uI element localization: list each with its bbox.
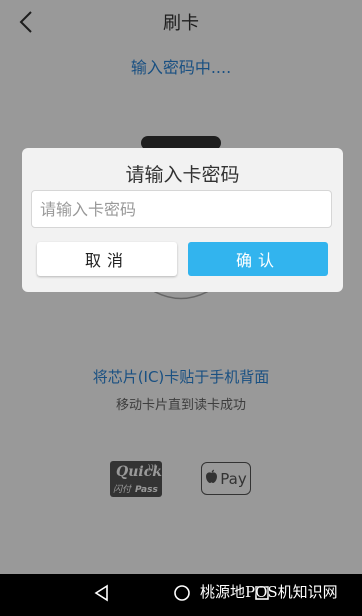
nav-back-button[interactable]	[90, 583, 114, 607]
dialog-title: 请输入卡密码	[125, 164, 240, 186]
confirm-button[interactable]: 确认	[188, 242, 328, 276]
card-password-input[interactable]	[31, 190, 332, 228]
nav-home-button[interactable]	[170, 583, 194, 607]
watermark-text: 桃源地POS机知识网	[200, 583, 338, 601]
triangle-back-icon	[93, 584, 111, 606]
cancel-button[interactable]: 取消	[37, 242, 177, 276]
password-dialog: 请输入卡密码 取消 确认	[22, 148, 343, 292]
circle-home-icon	[173, 584, 191, 606]
